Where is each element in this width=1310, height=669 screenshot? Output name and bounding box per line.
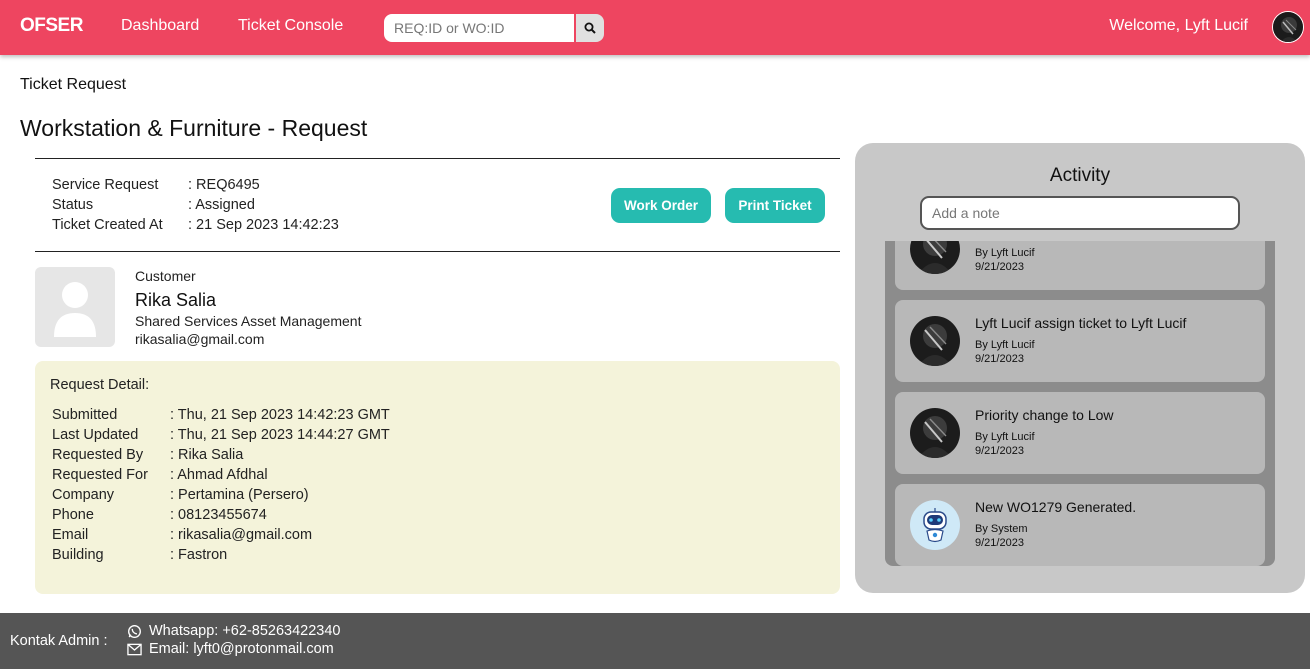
customer-name: Rika Salia xyxy=(135,290,217,310)
activity-date: 9/21/2023 xyxy=(975,353,1024,365)
detail-value: : rikasalia@gmail.com xyxy=(170,527,313,543)
ticket-field-label: Service Request xyxy=(52,177,159,193)
detail-value: : 08123455674 xyxy=(170,507,267,523)
mail-icon xyxy=(127,643,142,655)
search-input[interactable] xyxy=(384,14,574,42)
customer-department: Shared Services Asset Management xyxy=(135,313,362,329)
detail-label: Email xyxy=(52,527,89,543)
detail-label: Phone xyxy=(52,507,94,523)
customer-email: rikasalia@gmail.com xyxy=(135,331,265,347)
footer-label: Kontak Admin : xyxy=(10,633,108,649)
customer-avatar xyxy=(35,267,115,347)
activity-item: Lyft Lucif assign ticket to Lyft Lucif B… xyxy=(895,300,1265,382)
detail-value: : Thu, 21 Sep 2023 14:42:23 GMT xyxy=(170,407,390,423)
breadcrumb: Ticket Request xyxy=(20,76,127,93)
user-avatar[interactable] xyxy=(1272,11,1304,43)
activity-author: By Lyft Lucif xyxy=(975,247,1035,259)
search-button[interactable] xyxy=(576,14,604,42)
activity-avatar xyxy=(910,316,960,366)
brand-logo[interactable]: OFSER xyxy=(20,15,83,37)
activity-item: New WO1279 Generated. By System 9/21/202… xyxy=(895,484,1265,566)
add-note-input[interactable] xyxy=(920,196,1240,230)
activity-panel: Activity By Lyft Lucif 9/21/2023 Lyft Lu… xyxy=(855,143,1305,593)
detail-label: Submitted xyxy=(52,407,118,423)
detail-value: : Rika Salia xyxy=(170,447,244,463)
user-avatar-icon xyxy=(910,408,960,458)
work-order-button[interactable]: Work Order xyxy=(611,188,711,223)
request-detail-heading: Request Detail: xyxy=(50,377,150,393)
user-avatar-icon xyxy=(1273,12,1303,42)
activity-date: 9/21/2023 xyxy=(975,445,1024,457)
footer-email[interactable]: Email: lyft0@protonmail.com xyxy=(127,641,334,657)
detail-label: Requested For xyxy=(52,467,148,483)
ticket-field-value: : REQ6495 xyxy=(188,177,260,193)
activity-title: Activity xyxy=(1049,165,1111,186)
activity-avatar xyxy=(910,241,960,274)
nav-ticket-console[interactable]: Ticket Console xyxy=(238,17,343,35)
print-ticket-button[interactable]: Print Ticket xyxy=(725,188,825,223)
divider xyxy=(35,158,840,159)
activity-date: 9/21/2023 xyxy=(975,261,1024,273)
user-avatar-icon xyxy=(910,241,960,274)
request-detail-list: Submitted : Thu, 21 Sep 2023 14:42:23 GM… xyxy=(52,405,552,565)
page-title: Workstation & Furniture - Request xyxy=(20,115,368,141)
footer-email-text: Email: lyft0@protonmail.com xyxy=(149,641,334,657)
footer: Kontak Admin : Whatsapp: +62-85263422340… xyxy=(0,613,1310,669)
welcome-text: Welcome, Lyft Lucif xyxy=(1109,17,1248,34)
detail-label: Last Updated xyxy=(52,427,139,443)
footer-whatsapp-text: Whatsapp: +62-85263422340 xyxy=(149,623,341,639)
detail-value: : Thu, 21 Sep 2023 14:44:27 GMT xyxy=(170,427,390,443)
detail-value: : Fastron xyxy=(170,547,228,563)
activity-date: 9/21/2023 xyxy=(975,537,1024,549)
detail-value: : Ahmad Afdhal xyxy=(170,467,268,483)
activity-author: By System xyxy=(975,523,1028,535)
robot-icon xyxy=(910,500,960,550)
person-placeholder-icon xyxy=(54,282,96,337)
ticket-field-label: Status xyxy=(52,197,94,213)
request-detail-card: Request Detail: Submitted : Thu, 21 Sep … xyxy=(35,361,840,594)
search-icon xyxy=(584,22,596,34)
activity-item: Priority change to Low By Lyft Lucif 9/2… xyxy=(895,392,1265,474)
detail-label: Company xyxy=(52,487,115,503)
detail-value: : Pertamina (Persero) xyxy=(170,487,309,503)
user-avatar-icon xyxy=(910,316,960,366)
activity-avatar xyxy=(910,500,960,550)
detail-label: Requested By xyxy=(52,447,144,463)
activity-feed[interactable]: By Lyft Lucif 9/21/2023 Lyft Lucif assig… xyxy=(885,241,1275,566)
activity-author: By Lyft Lucif xyxy=(975,339,1035,351)
activity-author: By Lyft Lucif xyxy=(975,431,1035,443)
footer-whatsapp[interactable]: Whatsapp: +62-85263422340 xyxy=(127,623,340,639)
ticket-summary: Service Request : REQ6495 Status : Assig… xyxy=(52,175,372,235)
ticket-field-label: Ticket Created At xyxy=(52,217,163,233)
top-navbar: OFSER Dashboard Ticket Console Welcome, … xyxy=(0,0,1310,55)
detail-label: Building xyxy=(52,547,104,563)
whatsapp-icon xyxy=(128,624,141,638)
activity-avatar xyxy=(910,408,960,458)
activity-text: Lyft Lucif assign ticket to Lyft Lucif xyxy=(975,315,1187,331)
activity-item: By Lyft Lucif 9/21/2023 xyxy=(895,241,1265,290)
nav-dashboard[interactable]: Dashboard xyxy=(121,17,199,35)
activity-text: Priority change to Low xyxy=(975,407,1114,423)
customer-caption: Customer xyxy=(135,268,196,284)
divider xyxy=(35,251,840,252)
ticket-field-value: : Assigned xyxy=(188,197,255,213)
ticket-field-value: : 21 Sep 2023 14:42:23 xyxy=(188,217,339,233)
activity-text: New WO1279 Generated. xyxy=(975,499,1137,515)
